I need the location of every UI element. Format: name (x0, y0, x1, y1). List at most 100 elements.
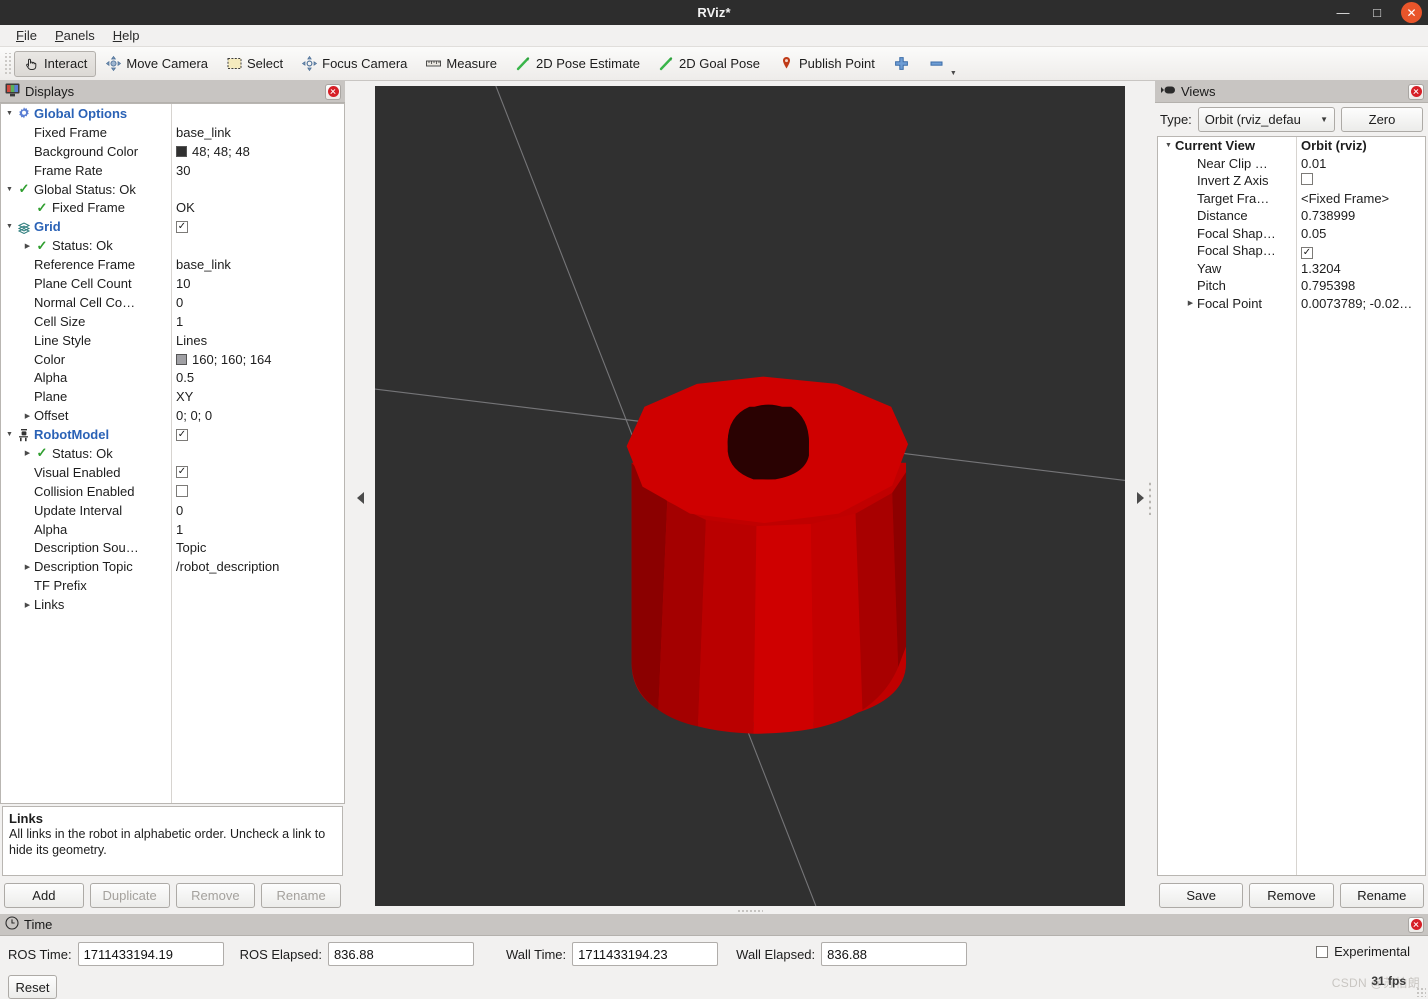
view-tree-row[interactable]: Focal Shap… 0.05 (1158, 225, 1425, 243)
display-tree-row[interactable]: ✓Status: Ok (1, 236, 344, 255)
rename-view-button[interactable]: Rename (1339, 883, 1424, 908)
display-tree-row[interactable]: Plane Cell Count 10 (1, 274, 344, 293)
tree-expander-open-icon[interactable] (3, 431, 16, 438)
tool-publish-point[interactable]: Publish Point (769, 51, 884, 77)
view-row-value[interactable]: 0.05 (1296, 226, 1425, 241)
view-row-value[interactable]: 1.3204 (1296, 261, 1425, 276)
display-row-value[interactable]: XY (171, 389, 344, 404)
view-tree-row[interactable]: Distance 0.738999 (1158, 207, 1425, 225)
maximize-icon[interactable]: □ (1367, 3, 1387, 23)
displays-panel-close-button[interactable] (325, 83, 341, 100)
tool-2d-goal-pose[interactable]: 2D Goal Pose (649, 51, 769, 77)
menu-file[interactable]: File (8, 26, 45, 45)
display-row-checkbox[interactable]: ✓ (176, 428, 188, 441)
save-view-button[interactable]: Save (1159, 883, 1244, 908)
display-tree-row[interactable]: Frame Rate 30 (1, 161, 344, 180)
view-row-value[interactable]: 0.0073789; -0.02… (1296, 296, 1425, 311)
view-tree-row[interactable]: Focal Point 0.0073789; -0.02… (1158, 295, 1425, 313)
display-row-checkbox[interactable] (176, 485, 188, 498)
display-tree-row[interactable]: Cell Size 1 (1, 312, 344, 331)
display-tree-row[interactable]: Global Options (1, 104, 344, 123)
views-panel-header[interactable]: Views (1155, 81, 1428, 103)
tree-expander-open-icon[interactable] (3, 223, 16, 230)
display-tree-row[interactable]: Color 160; 160; 164 (1, 350, 344, 369)
tool-select[interactable]: Select (217, 51, 292, 77)
display-row-value[interactable]: 0 (171, 295, 344, 310)
view-tree-row[interactable]: Target Fra… <Fixed Frame> (1158, 190, 1425, 208)
tree-expander-closed-icon[interactable] (21, 601, 34, 609)
display-row-value[interactable]: 30 (171, 163, 344, 178)
view-tree-row[interactable]: Focal Shap… ✓ (1158, 242, 1425, 260)
toolbar-overflow-icon[interactable]: ▼ (950, 70, 957, 77)
display-row-value[interactable]: 1 (171, 314, 344, 329)
view-row-checkbox[interactable] (1301, 173, 1313, 186)
view-row-checkbox[interactable]: ✓ (1301, 246, 1313, 259)
experimental-checkbox[interactable] (1316, 945, 1329, 958)
view-row-value[interactable]: Orbit (rviz) (1296, 138, 1425, 153)
tree-expander-closed-icon[interactable] (21, 449, 34, 457)
display-row-checkbox[interactable]: ✓ (176, 466, 188, 479)
display-row-value[interactable] (171, 485, 344, 498)
time-field-input[interactable]: 836.88 (327, 942, 474, 966)
window-resize-grip[interactable] (1416, 987, 1426, 997)
close-icon[interactable]: ✕ (1401, 2, 1422, 23)
display-tree-row[interactable]: Description Topic/robot_description (1, 557, 344, 576)
tool-interact[interactable]: Interact (14, 50, 97, 77)
display-row-value[interactable]: OK (171, 200, 344, 215)
display-row-value[interactable]: 0 (171, 503, 344, 518)
time-field-input[interactable]: 1711433194.23 (572, 942, 719, 966)
display-row-value[interactable]: 10 (171, 276, 344, 291)
reset-time-button[interactable]: Reset (8, 975, 57, 999)
display-tree-row[interactable]: Alpha 0.5 (1, 368, 344, 387)
remove-view-button[interactable]: Remove (1249, 883, 1334, 908)
display-row-value[interactable]: base_link (171, 125, 344, 140)
display-tree-row[interactable]: Offset 0; 0; 0 (1, 406, 344, 425)
display-tree-row[interactable]: Plane XY (1, 387, 344, 406)
views-tree[interactable]: Current View Orbit (rviz) Near Clip … 0.01 I… (1157, 136, 1426, 876)
display-tree-row[interactable]: ✓Status: Ok (1, 444, 344, 463)
display-tree-row[interactable]: Normal Cell Co… 0 (1, 293, 344, 312)
display-row-value[interactable]: 160; 160; 164 (171, 352, 344, 367)
viewport-resize-grip[interactable] (375, 906, 1125, 914)
display-row-value[interactable]: 0; 0; 0 (171, 408, 344, 423)
display-tree-row[interactable]: TF Prefix (1, 576, 344, 595)
display-tree-row[interactable]: Links (1, 595, 344, 614)
display-row-value[interactable]: ✓ (171, 428, 344, 441)
view-type-combobox[interactable]: Orbit (rviz_defau ▼ (1197, 107, 1335, 132)
view-row-value[interactable] (1296, 173, 1425, 188)
display-tree-row[interactable]: Collision Enabled (1, 482, 344, 501)
display-tree-row[interactable]: Visual Enabled ✓ (1, 463, 344, 482)
menu-help[interactable]: Help (105, 26, 148, 45)
toolbar-drag-handle[interactable] (3, 52, 12, 75)
view-tree-row[interactable]: Invert Z Axis (1158, 172, 1425, 190)
display-tree-row[interactable]: Background Color 48; 48; 48 (1, 142, 344, 161)
view-row-value[interactable]: 0.738999 (1296, 208, 1425, 223)
display-row-checkbox[interactable]: ✓ (176, 220, 188, 233)
display-tree-row[interactable]: RobotModel ✓ (1, 425, 344, 444)
view-row-value[interactable]: <Fixed Frame> (1296, 191, 1425, 206)
menu-panels[interactable]: Panels (47, 26, 103, 45)
tool-focus-camera[interactable]: Focus Camera (292, 51, 416, 77)
tool-2d-pose-estimate[interactable]: 2D Pose Estimate (506, 51, 649, 77)
tree-expander-closed-icon[interactable] (21, 563, 34, 571)
tree-expander-open-icon[interactable] (3, 110, 16, 117)
view-tree-row[interactable]: Yaw 1.3204 (1158, 260, 1425, 278)
time-field-input[interactable]: 1711433194.19 (77, 942, 224, 966)
tool-move-camera[interactable]: Move Camera (96, 51, 217, 77)
render-viewport-3d[interactable] (375, 86, 1125, 906)
display-row-value[interactable]: ✓ (171, 466, 344, 479)
displays-panel-header[interactable]: Displays (0, 81, 345, 103)
tree-expander-closed-icon[interactable] (21, 242, 34, 250)
display-tree-row[interactable]: Description Sou… Topic (1, 538, 344, 557)
tree-expander-open-icon[interactable] (1162, 142, 1175, 149)
views-panel-close-button[interactable] (1408, 83, 1424, 100)
display-tree-row[interactable]: ✓ Fixed Frame OK (1, 198, 344, 217)
display-tree-row[interactable]: Alpha 1 (1, 520, 344, 539)
minimize-icon[interactable]: — (1333, 3, 1353, 23)
display-row-value[interactable]: 48; 48; 48 (171, 144, 344, 159)
display-tree-row[interactable]: Grid ✓ (1, 217, 344, 236)
view-row-value[interactable]: 0.795398 (1296, 278, 1425, 293)
experimental-checkbox-row[interactable]: Experimental (1316, 944, 1410, 959)
display-row-value[interactable]: 0.5 (171, 370, 344, 385)
time-panel-close-button[interactable] (1408, 916, 1424, 933)
